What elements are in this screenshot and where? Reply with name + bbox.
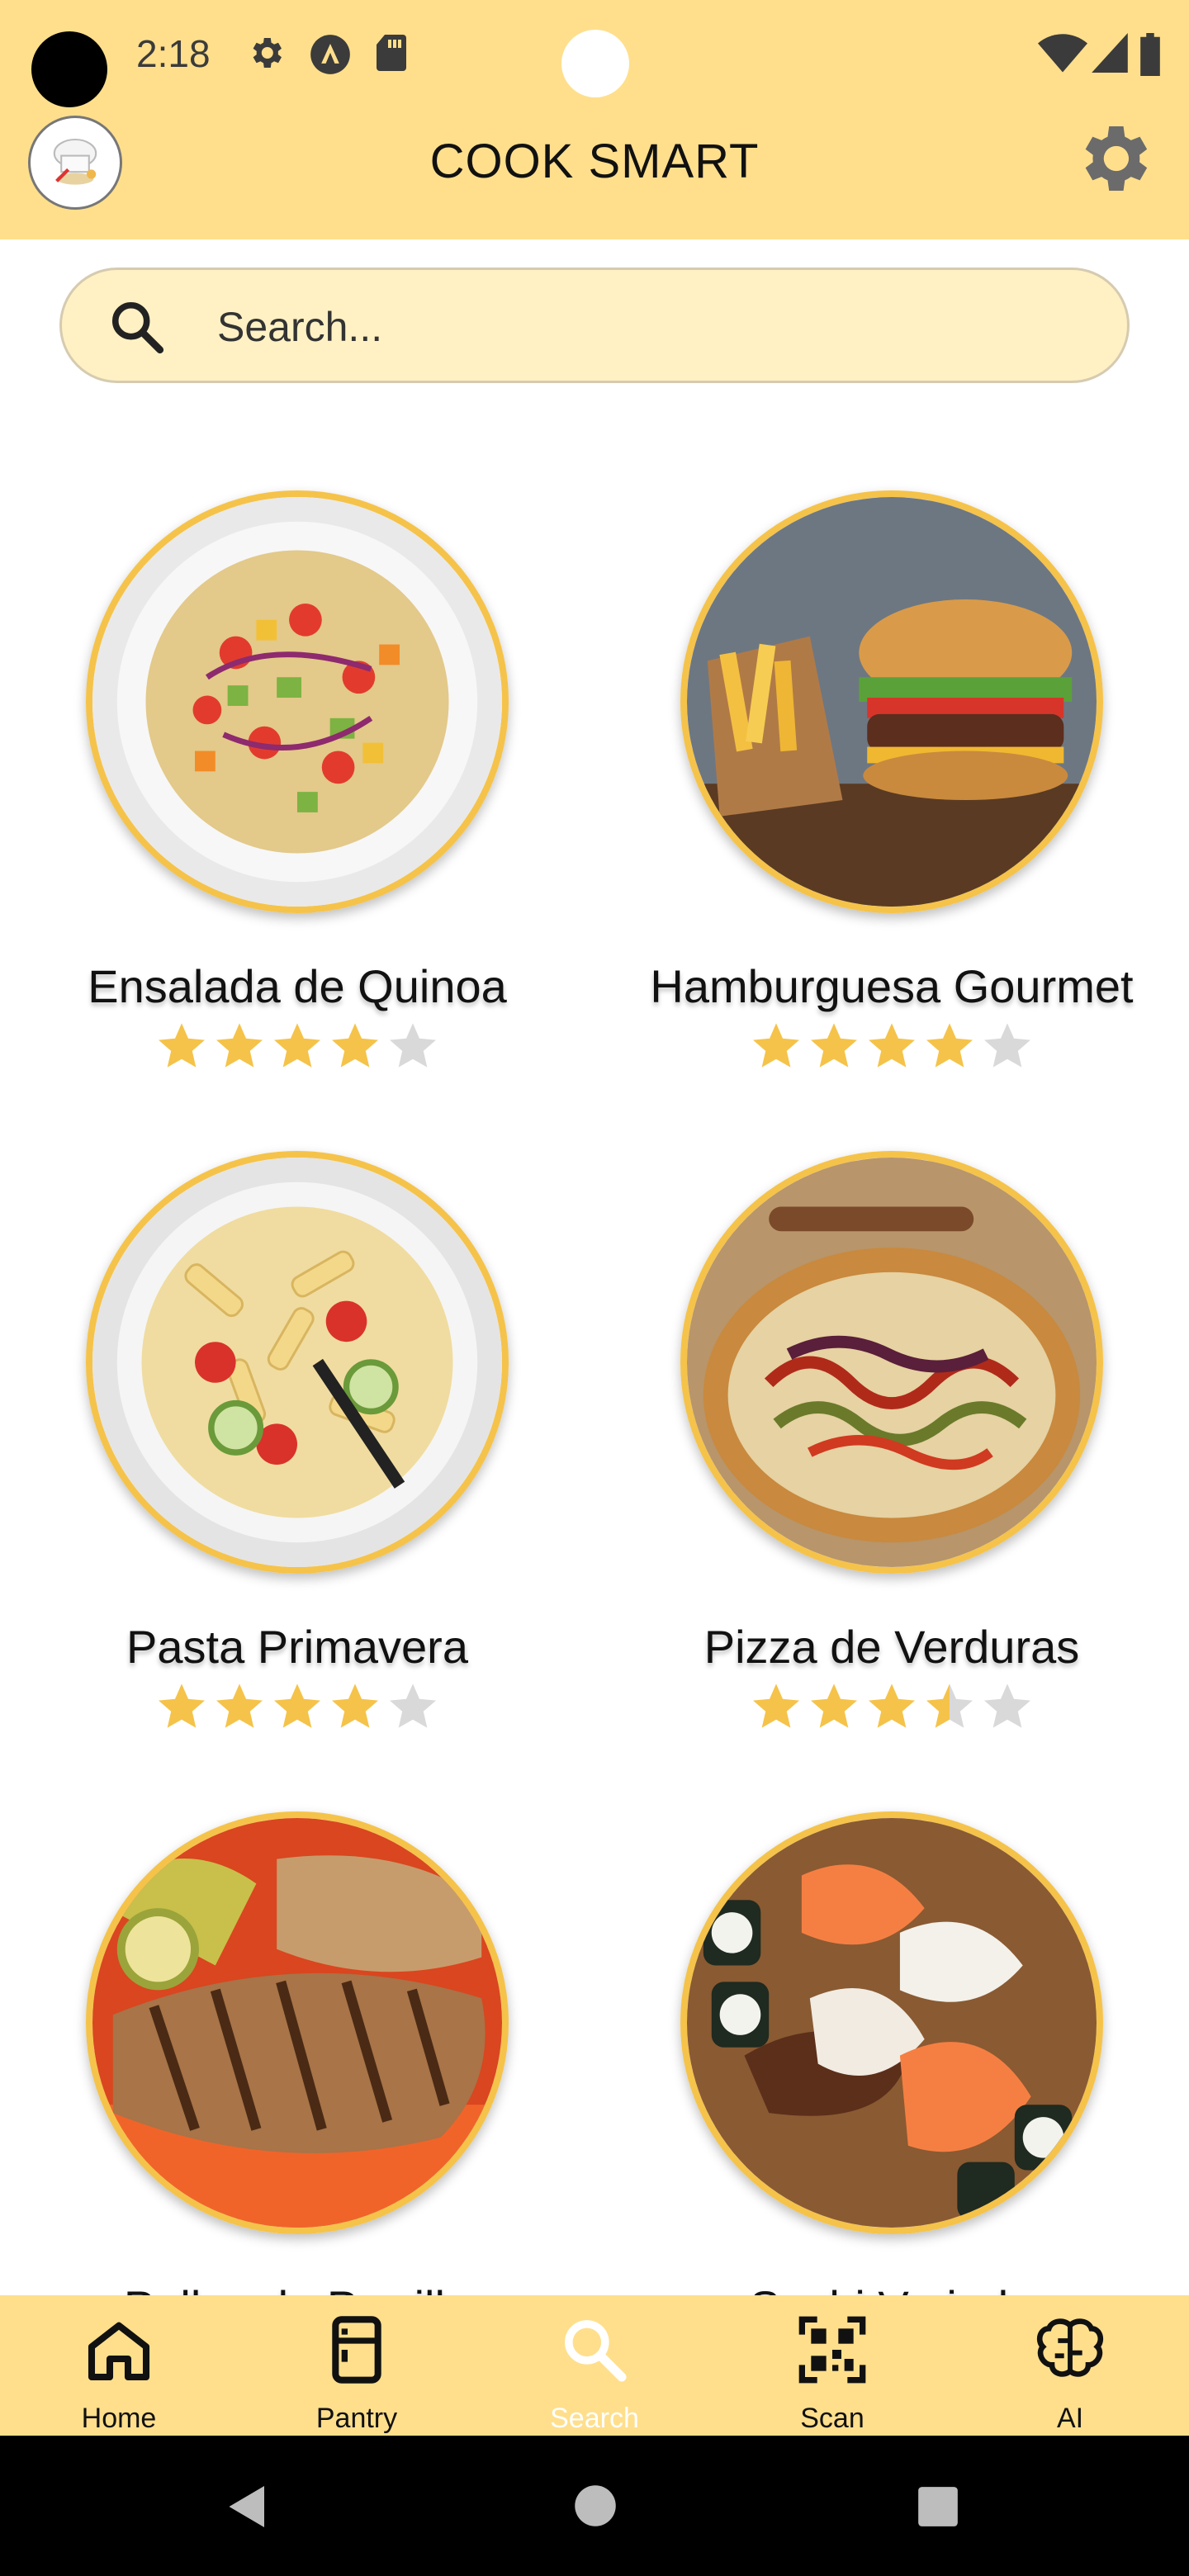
status-bar: 2:18 [0,0,1189,116]
recipe-image [680,1151,1103,1574]
search-icon [111,301,164,354]
nav-search[interactable]: Search [476,2295,713,2436]
recipe-card-pollo-a-la-parrilla[interactable]: Pollo a la Parrilla [0,1759,594,2295]
wifi-icon [1038,34,1087,73]
back-icon[interactable] [223,2482,272,2531]
star-filled-icon [159,1023,205,1068]
star-empty-icon [390,1023,436,1068]
recipe-name: Ensalada de Quinoa [88,960,507,1012]
rating-stars [594,1679,1189,1732]
star-filled-icon [811,1023,857,1068]
a-status-icon [310,35,350,74]
recipe-image [86,1151,509,1574]
search-input[interactable] [216,288,1094,366]
signal-icon [1092,33,1128,73]
home-circle-icon[interactable] [573,2484,618,2528]
nav-pantry[interactable]: Pantry [238,2295,476,2436]
app-bar: COOK SMART [0,116,1189,239]
home-icon [88,2322,150,2381]
recipe-name: Pasta Primavera [126,1621,468,1673]
recents-icon[interactable] [917,2485,959,2528]
recipe-card-ensalada-de-quinoa[interactable]: Ensalada de Quinoa [0,438,594,1098]
star-empty-icon [984,1683,1030,1728]
search-bar[interactable] [59,268,1130,383]
brain-icon [1036,2318,1104,2377]
recipe-card-pasta-primavera[interactable]: Pasta Primavera [0,1098,594,1759]
recipe-name: Pollo a la Parrilla [0,2280,594,2295]
page-title: COOK SMART [429,135,760,188]
star-filled-icon [869,1683,915,1728]
nav-label: Search [550,2403,639,2434]
nav-label: Scan [800,2403,865,2434]
recipe-grid: Ensalada de Quinoa Hamburguesa Gourmet P… [0,388,1189,2295]
recipe-image [680,1811,1103,2234]
system-nav-bar [0,2436,1189,2576]
battery-icon [1140,33,1160,76]
star-filled-icon [811,1683,857,1728]
search-icon [565,2320,627,2382]
star-half-icon [926,1683,973,1728]
recipe-image [86,1811,509,2234]
recipe-name: Pizza de Verduras [703,1621,1080,1673]
recipe-card-sushi-variado[interactable]: Sushi Variado [594,1759,1189,2295]
rating-stars [0,1019,594,1072]
star-filled-icon [216,1023,263,1068]
rating-stars [0,1679,594,1732]
nav-scan[interactable]: Scan [713,2295,951,2436]
nav-ai[interactable]: AI [951,2295,1189,2436]
gear-status-icon [253,38,282,68]
nav-label: AI [1056,2403,1084,2434]
settings-gear-icon[interactable] [1070,116,1156,201]
star-empty-icon [390,1683,436,1728]
star-filled-icon [926,1023,973,1068]
camera-cutout [31,31,107,107]
pantry-icon [332,2316,381,2384]
qr-scan-icon [798,2316,866,2384]
star-filled-icon [332,1023,378,1068]
front-camera [561,30,629,97]
sdcard-status-icon [377,35,406,71]
bottom-nav: Home Pantry Search Scan AI [0,2295,1189,2436]
nav-home[interactable]: Home [0,2295,238,2436]
star-filled-icon [753,1023,799,1068]
star-filled-icon [869,1023,915,1068]
star-filled-icon [216,1683,263,1728]
star-filled-icon [274,1683,320,1728]
status-time: 2:18 [136,32,211,75]
star-filled-icon [159,1683,205,1728]
star-filled-icon [274,1023,320,1068]
star-empty-icon [984,1023,1030,1068]
recipe-card-hamburguesa-gourmet[interactable]: Hamburguesa Gourmet [594,438,1189,1098]
recipe-card-pizza-de-verduras[interactable]: Pizza de Verduras [594,1098,1189,1759]
star-filled-icon [332,1683,378,1728]
nav-label: Home [81,2403,157,2434]
star-filled-icon [753,1683,799,1728]
recipe-image [86,490,509,913]
recipe-name: Sushi Variado [594,2280,1189,2295]
rating-stars [594,1019,1189,1072]
nav-label: Pantry [315,2403,398,2434]
recipe-image [680,490,1103,913]
recipe-name: Hamburguesa Gourmet [650,960,1134,1012]
